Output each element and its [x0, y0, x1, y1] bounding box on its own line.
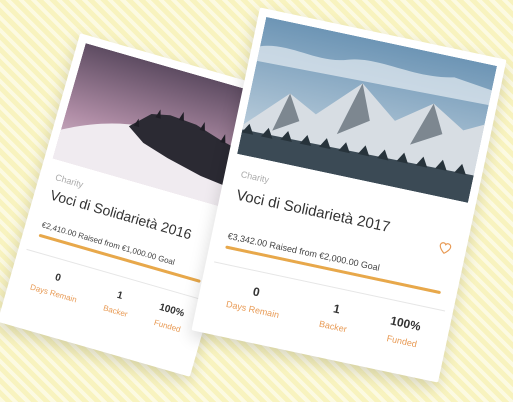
- heart-icon[interactable]: [437, 240, 454, 257]
- stat-label: Funded: [153, 318, 182, 335]
- campaign-category: Charity: [54, 172, 85, 190]
- stat-days-remain: 0 Days Remain: [29, 266, 82, 304]
- campaign-title[interactable]: Voci di Solidarietà 2017: [235, 187, 392, 236]
- stat-value: 100%: [157, 301, 186, 320]
- stat-value: 100%: [389, 313, 423, 334]
- stat-value: 1: [115, 289, 124, 302]
- campaign-image[interactable]: [237, 16, 498, 203]
- snowy-mountains-image: [237, 16, 498, 203]
- stat-days-remain: 0 Days Remain: [225, 279, 284, 320]
- stat-funded: 100% Funded: [386, 314, 422, 350]
- stat-label: Backer: [318, 318, 348, 335]
- stat-label: Funded: [385, 333, 418, 350]
- campaign-card-2017[interactable]: Charity Voci di Solidarietà 2017 €3,342.…: [191, 7, 507, 383]
- stat-funded: 100% Funded: [153, 302, 186, 334]
- stat-value: 1: [331, 301, 342, 317]
- stat-backer: 1 Backer: [318, 299, 352, 334]
- stat-backer: 1 Backer: [102, 287, 133, 319]
- stat-label: Backer: [102, 303, 129, 319]
- campaign-category: Charity: [239, 169, 270, 185]
